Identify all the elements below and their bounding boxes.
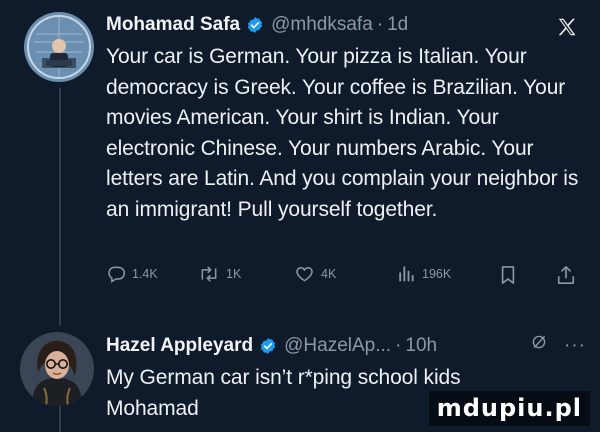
author-name[interactable]: Hazel Appleyard [106,333,253,359]
tweet-1-header: Mohamad Safa @mhdksafa · 1d [106,12,586,38]
x-logo-icon[interactable] [556,16,578,43]
bookmark-button[interactable] [499,264,523,286]
grok-icon[interactable] [530,333,548,359]
share-button[interactable] [556,264,582,286]
views-count: 196K [422,267,452,281]
tweet-1-actions: 1.4K 1K 4K 196K [106,264,586,288]
tweet-1[interactable]: Mohamad Safa @mhdksafa · 1d Your car is … [106,12,586,225]
author-name[interactable]: Mohamad Safa [106,12,240,38]
tweet-2-header: Hazel Appleyard @HazelAp... · 10h ··· [106,333,586,359]
bookmark-icon [501,266,515,284]
verified-badge-icon [246,16,264,34]
tweet-time[interactable]: 10h [405,333,437,359]
watermark-logo: mdupiu.pl [428,391,590,426]
share-icon [557,266,575,284]
author-handle[interactable]: @mhdksafa [271,12,373,38]
reply-button[interactable]: 1.4K [106,264,158,284]
separator-dot: · [376,14,384,35]
reply-count: 1.4K [132,267,158,281]
like-count: 4K [321,267,337,281]
tweet-text: Your car is German. Your pizza is Italia… [106,45,579,221]
author-handle[interactable]: @HazelAp... [284,333,391,359]
like-button[interactable]: 4K [294,264,336,284]
tweet-time[interactable]: 1d [387,12,408,38]
repost-button[interactable]: 1K [198,264,241,284]
verified-badge-icon [259,337,277,355]
reply-icon [108,266,126,283]
avatar-hazel-appleyard[interactable] [20,332,94,406]
views-button[interactable]: 196K [396,264,451,284]
avatar-mohamad-safa[interactable] [24,12,94,82]
repost-icon [201,266,217,282]
more-options-button[interactable]: ··· [564,333,586,359]
thread-line-top [59,88,61,326]
thread-line-bottom [59,402,61,432]
views-icon [399,266,414,282]
repost-count: 1K [226,267,242,281]
like-icon [296,266,313,282]
separator-dot: · [395,335,402,356]
